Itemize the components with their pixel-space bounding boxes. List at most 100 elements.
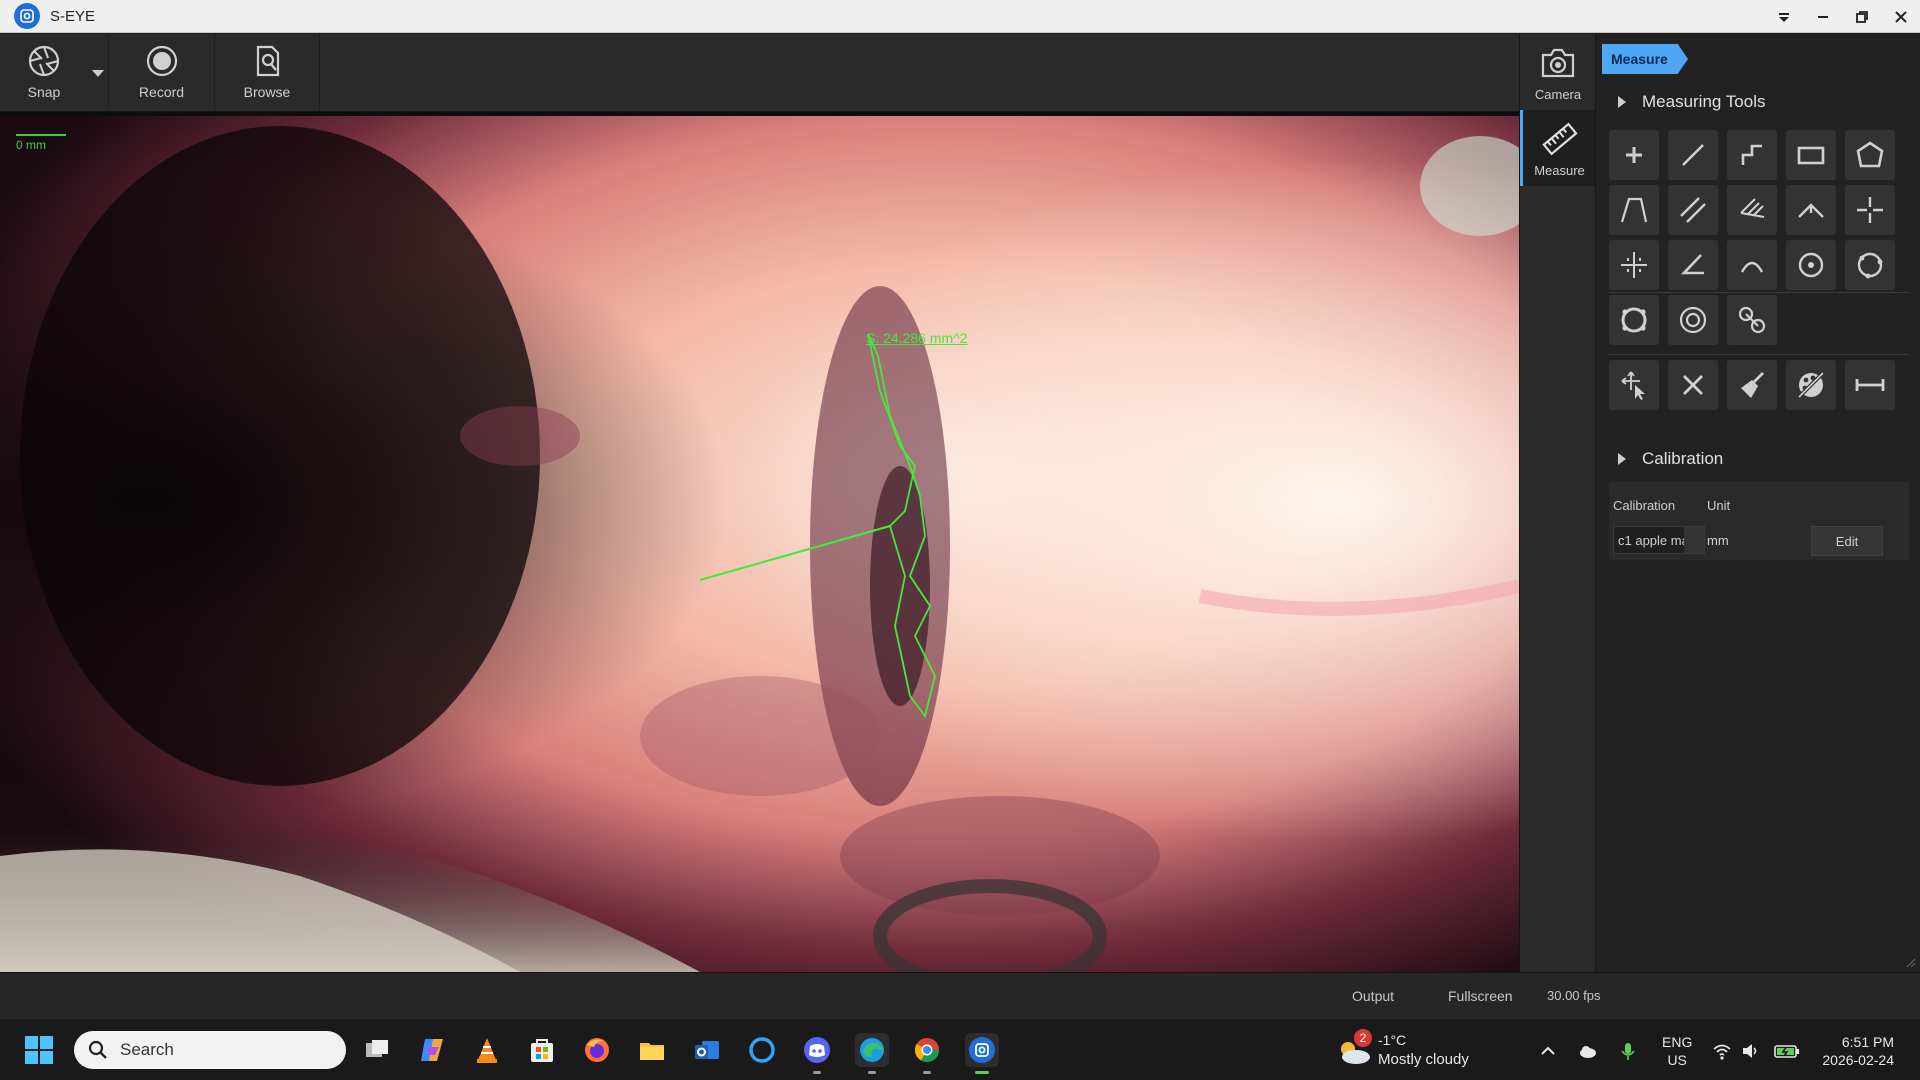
snap-button[interactable]: Snap	[0, 34, 88, 112]
parallel-line-tool[interactable]	[1668, 185, 1718, 235]
circle-three-point-tool[interactable]	[1845, 240, 1895, 290]
edit-calibration-button[interactable]: Edit	[1811, 526, 1883, 556]
dropdown-button[interactable]	[1764, 0, 1803, 33]
microsoft-store-icon[interactable]	[525, 1033, 559, 1067]
running-indicator	[868, 1071, 876, 1074]
chrome-icon[interactable]	[910, 1033, 944, 1074]
clock-time: 6:51 PM	[1841, 1034, 1894, 1050]
tab-camera[interactable]: Camera	[1520, 34, 1596, 110]
onedrive-cloud-icon[interactable]	[1578, 1041, 1598, 1061]
line-tool[interactable]	[1668, 130, 1718, 180]
fullscreen-button[interactable]: Fullscreen	[1448, 988, 1513, 1004]
grid-crosshair-tool[interactable]	[1609, 240, 1659, 290]
windows-start-icon[interactable]	[24, 1035, 54, 1065]
plus-icon	[1626, 147, 1642, 163]
volume-icon[interactable]	[1740, 1041, 1760, 1061]
active-indicator	[975, 1071, 989, 1074]
language-code: ENG	[1662, 1034, 1693, 1050]
two-circle-distance-tool[interactable]	[1727, 295, 1777, 345]
triangle-tool[interactable]	[1609, 185, 1659, 235]
concentric-circle-tool[interactable]	[1668, 295, 1718, 345]
weather-description: Mostly cloudy	[1378, 1051, 1469, 1068]
rectangle-tool[interactable]	[1786, 130, 1836, 180]
move-cursor-icon	[1621, 371, 1645, 400]
cortana-icon[interactable]	[745, 1033, 779, 1067]
ruler-icon	[1541, 122, 1578, 155]
microphone-icon[interactable]	[1618, 1041, 1638, 1061]
browse-label: Browse	[243, 84, 291, 100]
camera-shutter-icon	[28, 45, 60, 77]
point-tool[interactable]	[1609, 130, 1659, 180]
section-divider	[1609, 354, 1909, 355]
live-image-viewer[interactable]: 0 mm S: 24.286 mm^2	[0, 112, 1519, 972]
delete-tool[interactable]	[1668, 360, 1718, 410]
wifi-icon[interactable]	[1712, 1041, 1732, 1061]
app-window: S-EYE Snap Record Browse 0 mm S: 24.286 …	[0, 0, 1920, 1080]
clear-tool[interactable]	[1727, 360, 1777, 410]
minimize-button[interactable]	[1803, 0, 1842, 33]
hide-tool[interactable]	[1786, 360, 1836, 410]
outlook-icon[interactable]	[690, 1033, 724, 1067]
task-view-icon[interactable]	[360, 1033, 394, 1067]
search-icon	[88, 1040, 107, 1059]
weather-widget[interactable]: 2 -1°C Mostly cloudy	[1336, 1029, 1486, 1073]
tab-measure[interactable]: Measure	[1520, 110, 1596, 186]
windows-taskbar: Search 2 -1°C Mostly cloudy ENG US 6:51 …	[0, 1018, 1920, 1080]
circle-ring-tool[interactable]	[1609, 295, 1659, 345]
circle-center-icon	[1798, 252, 1824, 278]
fps-readout: 30.00 fps	[1547, 988, 1601, 1003]
output-button[interactable]: Output	[1352, 988, 1394, 1004]
restore-button[interactable]	[1842, 0, 1881, 33]
arc-tool[interactable]	[1727, 240, 1777, 290]
taskbar-search-box[interactable]: Search	[74, 1031, 346, 1069]
s-eye-taskbar-icon[interactable]	[965, 1033, 999, 1074]
multi-parallel-tool[interactable]	[1727, 185, 1777, 235]
mode-tabs: Camera Measure	[1519, 34, 1596, 972]
running-indicator	[923, 1071, 931, 1074]
vlc-icon[interactable]	[470, 1033, 504, 1067]
close-button[interactable]	[1881, 0, 1920, 33]
discord-icon[interactable]	[800, 1033, 834, 1074]
firefox-icon[interactable]	[580, 1033, 614, 1067]
input-language-indicator[interactable]: ENG US	[1662, 1033, 1692, 1069]
edge-icon[interactable]	[855, 1033, 889, 1074]
circle-points-icon	[1857, 252, 1883, 279]
browse-button[interactable]: Browse	[214, 34, 320, 112]
copilot-icon[interactable]	[415, 1033, 449, 1067]
taskbar-clock[interactable]: 6:51 PM 2026-02-24	[1810, 1033, 1894, 1069]
chevron-down-icon	[1684, 527, 1704, 553]
record-button[interactable]: Record	[108, 34, 214, 112]
file-explorer-icon[interactable]	[635, 1033, 669, 1067]
snap-options-dropdown[interactable]	[88, 34, 108, 112]
chevron-up-icon[interactable]	[1538, 1041, 1558, 1061]
breadcrumb: Measure	[1602, 44, 1688, 74]
keyboard-layout: US	[1667, 1052, 1687, 1068]
select-tool[interactable]	[1609, 360, 1659, 410]
window-title: S-EYE	[50, 7, 96, 25]
polygon-tool[interactable]	[1845, 130, 1895, 180]
circle-ring-icon	[1621, 307, 1647, 333]
resize-grip-icon[interactable]	[1906, 958, 1916, 968]
concentric-circles-icon	[1679, 306, 1707, 334]
crosshair-tool[interactable]	[1845, 185, 1895, 235]
arc-icon	[1740, 261, 1764, 273]
angle-tool[interactable]	[1668, 240, 1718, 290]
calibration-select[interactable]: c1 apple magn	[1613, 526, 1705, 554]
polyline-icon	[1741, 144, 1762, 165]
battery-charging-icon[interactable]	[1774, 1041, 1800, 1061]
breadcrumb-measure[interactable]: Measure	[1602, 44, 1688, 74]
calibration-header[interactable]: Calibration	[1596, 439, 1920, 479]
calibration-label: Calibration	[1613, 498, 1676, 513]
expand-triangle-icon	[1618, 96, 1626, 108]
tab-measure-label: Measure	[1534, 162, 1585, 178]
snap-label: Snap	[27, 84, 61, 100]
multi-lines-icon	[1740, 198, 1765, 218]
area-measurement-label[interactable]: S: 24.286 mm^2	[866, 330, 968, 346]
measuring-tools-title: Measuring Tools	[1642, 92, 1766, 111]
line-icon	[1682, 144, 1704, 166]
scale-bar-tool[interactable]	[1845, 360, 1895, 410]
perpendicular-tool[interactable]	[1786, 185, 1836, 235]
circle-center-tool[interactable]	[1786, 240, 1836, 290]
measuring-tools-header[interactable]: Measuring Tools	[1596, 82, 1920, 122]
polyline-tool[interactable]	[1727, 130, 1777, 180]
